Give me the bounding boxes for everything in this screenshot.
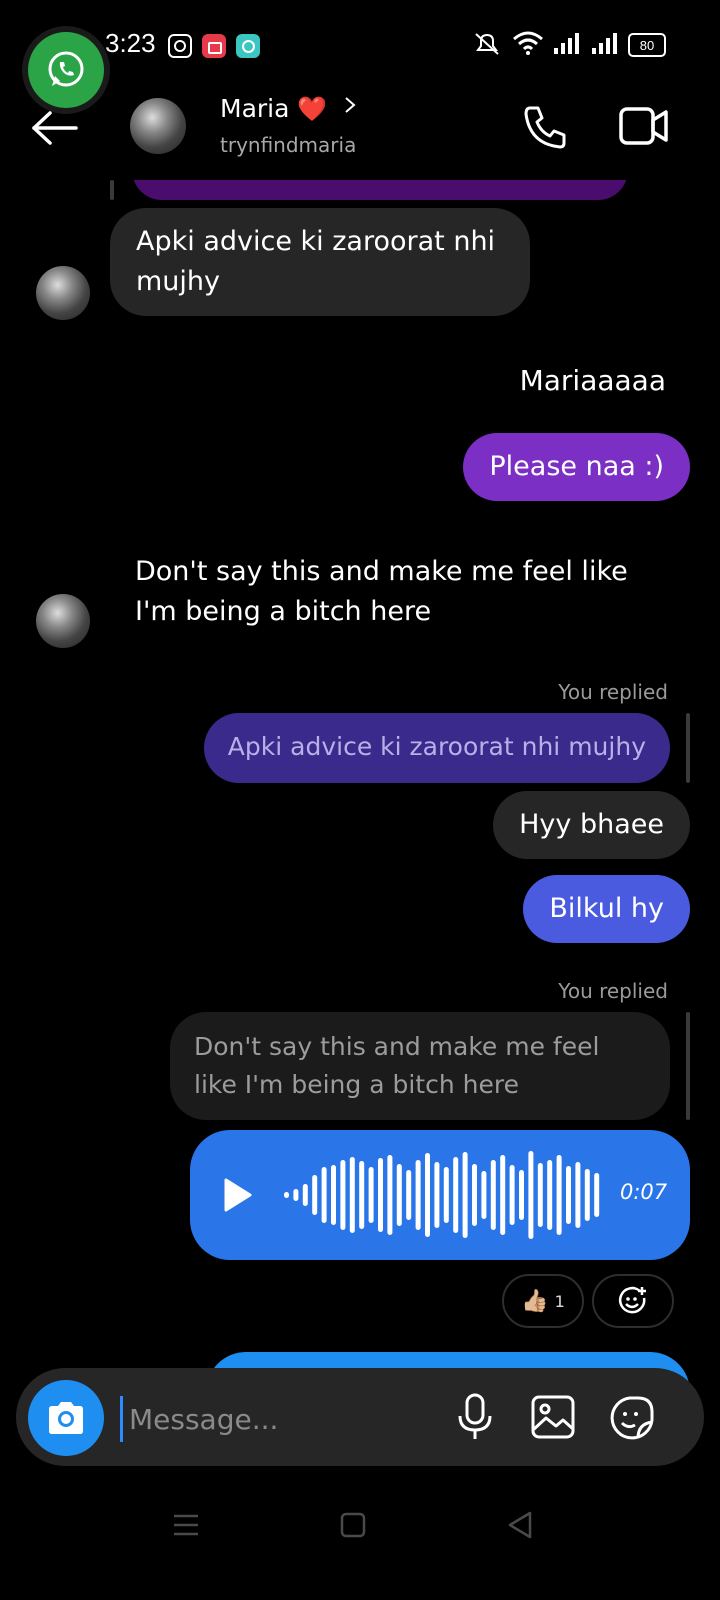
mute-icon [475, 33, 499, 55]
waveform-bar [566, 1166, 571, 1224]
chat-header [0, 90, 720, 178]
waveform-bar [340, 1160, 346, 1230]
instagram-icon [168, 34, 192, 58]
add-reaction-button[interactable] [592, 1274, 674, 1328]
you-replied-label: You replied [558, 979, 668, 1003]
sender-avatar[interactable] [36, 266, 90, 320]
message-text: Hyy bhaee [519, 809, 664, 840]
waveform-bar [594, 1173, 600, 1217]
waveform-bar [378, 1158, 383, 1232]
waveform-bar [584, 1169, 590, 1221]
header-avatar[interactable] [130, 98, 186, 154]
status-time: 3:23 [105, 28, 156, 58]
add-reaction-icon [618, 1286, 646, 1314]
whatsapp-icon [48, 51, 84, 87]
voice-message[interactable]: 0:07 [190, 1130, 690, 1260]
waveform-bar [415, 1160, 421, 1230]
camera-button[interactable] [28, 1380, 104, 1456]
back-arrow-icon[interactable] [30, 108, 80, 148]
waveform-bar [368, 1167, 374, 1223]
battery-indicator: 80 [628, 33, 666, 57]
waveform-bar [387, 1155, 393, 1235]
waveform-bar [302, 1184, 308, 1206]
waveform-bar [406, 1170, 412, 1220]
outgoing-message[interactable]: Hyy bhaee [493, 791, 690, 859]
waveform-bar [396, 1164, 402, 1226]
waveform-bar [359, 1161, 365, 1229]
message-text: Bilkul hy [549, 893, 664, 924]
menu-icon[interactable] [172, 1512, 200, 1538]
voice-duration: 0:07 [620, 1180, 668, 1204]
waveform-bar [425, 1153, 430, 1237]
reaction-count: 1 [554, 1291, 565, 1311]
message-text: Apki advice ki zaroorat nhi mujhy [136, 226, 496, 297]
waveform-bar [556, 1155, 562, 1235]
home-icon[interactable] [340, 1512, 366, 1538]
outgoing-message[interactable]: Please naa :) [463, 433, 690, 501]
reply-indicator [686, 713, 690, 783]
chevron-right-icon [345, 97, 356, 113]
reaction-chip[interactable]: 👍🏼 1 [502, 1274, 584, 1328]
outgoing-message[interactable]: Bilkul hy [523, 875, 690, 943]
thumbs-up-emoji: 👍🏼 [521, 1288, 549, 1314]
reply-indicator [686, 1012, 690, 1120]
signal-icon [554, 33, 579, 54]
incoming-message-text[interactable]: Don't say this and make me feel like I'm… [135, 552, 655, 632]
sender-avatar[interactable] [36, 594, 90, 648]
message-input[interactable] [120, 1396, 451, 1442]
waveform-bar [500, 1155, 506, 1235]
app-icon [236, 34, 260, 58]
camera-icon [49, 1402, 83, 1434]
waveform-bar [293, 1189, 299, 1201]
outgoing-message-text[interactable]: Mariaaaaa [520, 364, 666, 397]
play-icon[interactable] [222, 1176, 254, 1214]
waveform-bar [575, 1162, 581, 1228]
waveform-bar [462, 1152, 468, 1238]
waveform-bar [321, 1167, 327, 1223]
system-nav-bar [0, 1480, 720, 1600]
waveform-bar [453, 1157, 459, 1233]
contact-username[interactable]: trynfindmaria [220, 133, 356, 157]
waveform [284, 1151, 600, 1239]
incoming-message[interactable]: Apki advice ki zaroorat nhi mujhy [110, 208, 530, 316]
wifi-icon [513, 31, 543, 55]
waveform-bar [472, 1164, 477, 1226]
sticker-icon[interactable] [608, 1394, 656, 1442]
waveform-bar [490, 1160, 496, 1230]
waveform-bar [528, 1151, 534, 1239]
you-replied-label: You replied [558, 680, 668, 704]
phone-icon[interactable] [520, 102, 570, 152]
waveform-bar [349, 1157, 355, 1233]
waveform-bar [434, 1162, 440, 1228]
waveform-bar [284, 1192, 289, 1198]
mic-icon[interactable] [456, 1392, 494, 1442]
quoted-message[interactable]: Don't say this and make me feel like I'm… [170, 1012, 670, 1120]
waveform-bar [443, 1167, 449, 1223]
waveform-bar [519, 1170, 524, 1220]
contact-name[interactable]: Maria ❤️ [220, 94, 357, 123]
waveform-bar [312, 1175, 318, 1215]
quoted-message[interactable]: Apki advice ki zaroorat nhi mujhy [203, 713, 670, 783]
reply-indicator [110, 180, 114, 200]
back-icon[interactable] [506, 1510, 534, 1540]
signal-icon [592, 33, 617, 54]
gallery-icon[interactable] [530, 1394, 576, 1440]
message-text: Please naa :) [489, 451, 664, 482]
waveform-bar [537, 1163, 543, 1227]
waveform-bar [547, 1160, 553, 1230]
waveform-bar [331, 1165, 336, 1225]
video-icon[interactable] [618, 104, 670, 148]
waveform-bar [509, 1165, 515, 1225]
waveform-bar [481, 1171, 487, 1219]
heart-emoji: ❤️ [297, 95, 328, 123]
screen-record-icon [202, 34, 226, 58]
